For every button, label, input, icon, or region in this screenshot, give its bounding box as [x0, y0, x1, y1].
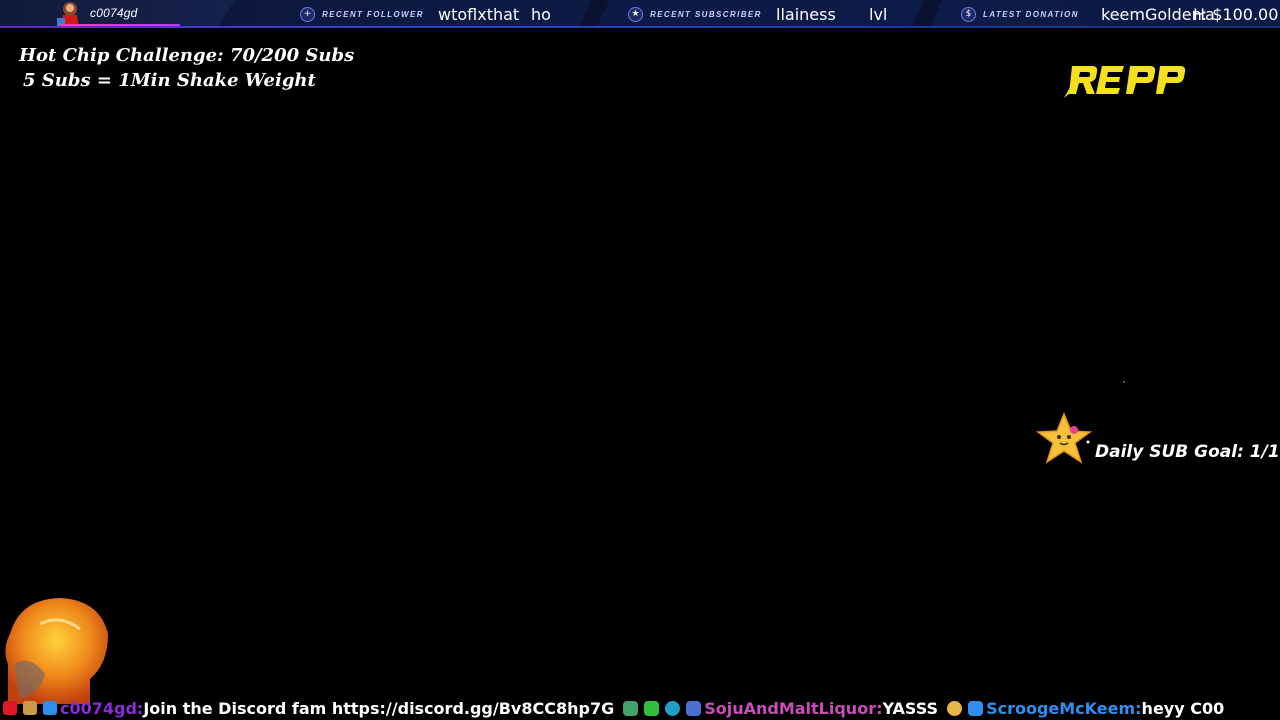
- diamond-badge-icon: [665, 700, 681, 716]
- latest-donation-extra: Ha: [1193, 4, 1215, 24]
- chat-message: YASSS: [882, 698, 939, 718]
- divider: [578, 0, 610, 28]
- plus-icon: +: [300, 6, 315, 22]
- gold-badge-icon: [947, 700, 963, 716]
- top-info-bar: c0074gd + RECENT FOLLOWER wtoflxthat ho …: [0, 0, 1280, 28]
- recent-follower-widget: + RECENT FOLLOWER: [300, 0, 424, 28]
- recent-follower-label: RECENT FOLLOWER: [322, 9, 424, 19]
- brand-underline: [60, 24, 180, 26]
- webcam-feed: [5, 598, 108, 704]
- divider: [911, 0, 943, 28]
- tv-badge-icon: [968, 700, 984, 716]
- tv-badge-icon: [43, 701, 57, 715]
- challenge-line-1: Hot Chip Challenge: 70/200 Subs: [19, 45, 355, 66]
- channel-brand: c0074gd: [0, 0, 235, 28]
- channel-name: c0074gd: [90, 6, 138, 20]
- recent-subscriber-value: llainess: [776, 4, 836, 24]
- stray-dot: [1123, 381, 1125, 383]
- emote-icon: [623, 700, 639, 716]
- chat-ticker: c0074gd: Join the Discord fam https://di…: [0, 696, 1280, 720]
- star-icon: ★: [628, 6, 643, 22]
- recent-subscriber-widget: ★ RECENT SUBSCRIBER: [628, 0, 762, 28]
- sword-badge-icon: [644, 700, 660, 716]
- chat-message: heyy C00: [1141, 698, 1225, 718]
- gear-badge-icon: [23, 701, 37, 715]
- bolt-logo: [1064, 66, 1186, 98]
- star-mascot-icon: [1036, 412, 1093, 464]
- recent-follower-value: wtoflxthat: [438, 4, 520, 24]
- dollar-icon: $: [961, 6, 976, 22]
- challenge-line-2: 5 Subs = 1Min Shake Weight: [23, 70, 316, 91]
- challenge-text: Hot Chip Challenge: 70/200 Subs 5 Subs =…: [19, 43, 354, 93]
- chat-user: SojuAndMaltLiquor:: [704, 698, 883, 718]
- latest-donation-value: keemGolden: $100.00: [1101, 4, 1279, 24]
- latest-donation-label: LATEST DONATION: [983, 9, 1079, 19]
- chat-message: Join the Discord fam https://discord.gg/…: [143, 698, 615, 718]
- recent-subscriber-label: RECENT SUBSCRIBER: [650, 9, 762, 19]
- crown-badge-icon: [686, 700, 702, 716]
- chat-user: ScroogeMcKeem:: [986, 698, 1142, 718]
- camera-badge-icon: [3, 701, 17, 715]
- chat-user: c0074gd:: [60, 698, 144, 718]
- latest-donation-widget: $ LATEST DONATION: [961, 0, 1079, 28]
- recent-follower-extra: ho: [531, 4, 551, 24]
- daily-sub-goal: Daily SUB Goal: 1/10: [1095, 442, 1280, 462]
- recent-subscriber-extra: lvl: [869, 4, 888, 24]
